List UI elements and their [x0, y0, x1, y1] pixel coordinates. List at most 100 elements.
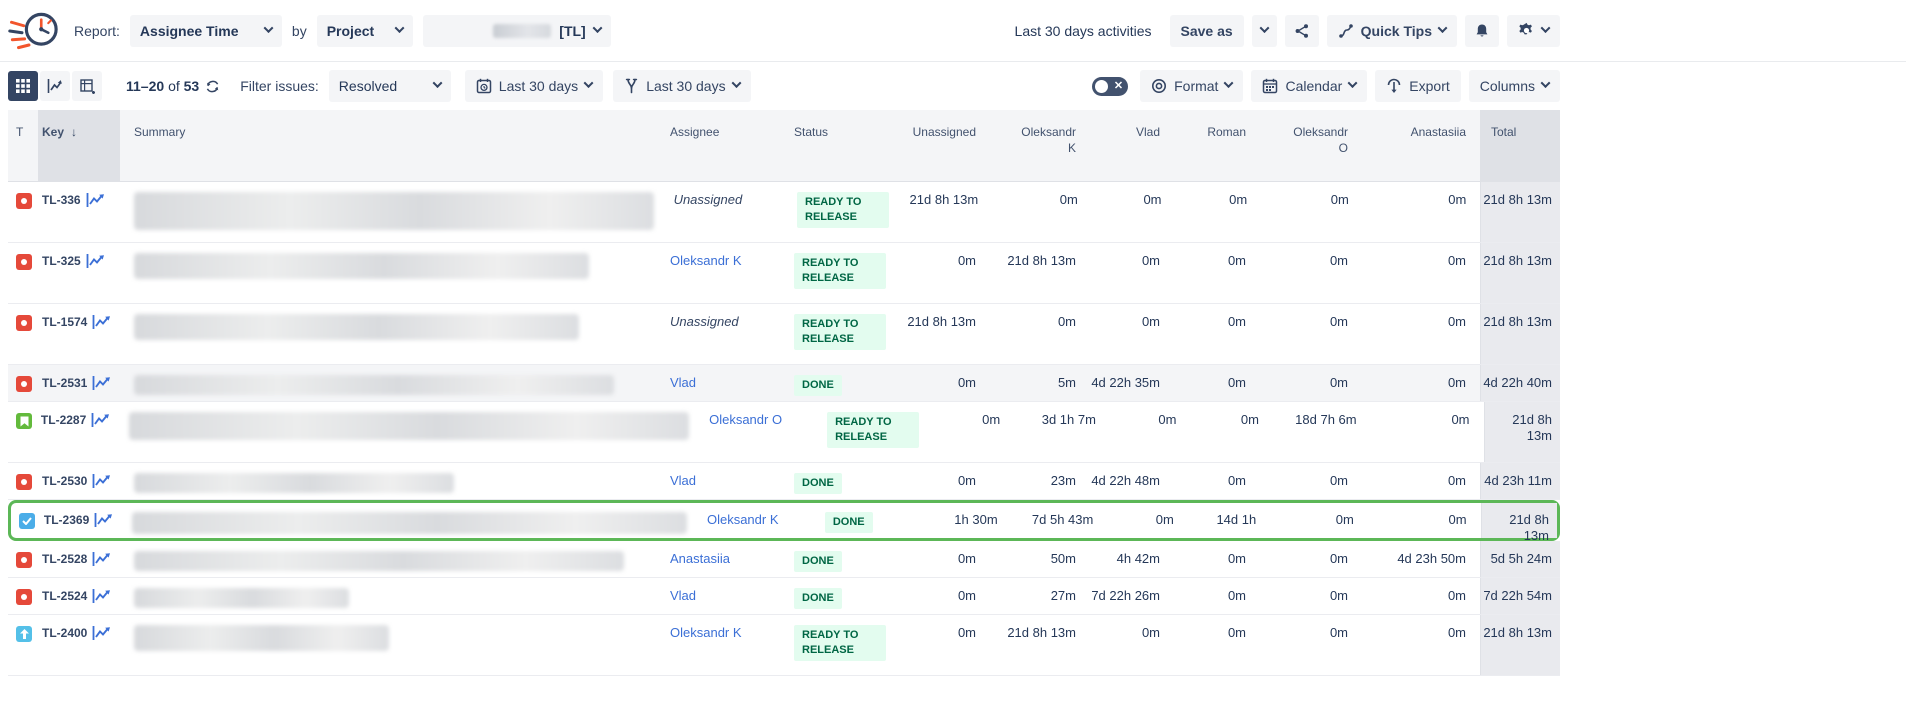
issue-key: TL-2530 [42, 473, 87, 489]
project-select[interactable]: [TL] [423, 15, 611, 47]
assignee-link[interactable]: Oleksandr K [707, 512, 779, 527]
time-cell-r: 14d 1h [1188, 503, 1270, 538]
time-cell-u: 0m [926, 402, 1014, 462]
column-header-status[interactable]: Status [792, 110, 898, 181]
issue-row-tl-2400[interactable]: TL-2400Oleksandr KREADY TO RELEASE0m21d … [8, 615, 1560, 676]
grid-view-button[interactable] [8, 71, 38, 101]
column-header-total[interactable]: Total [1480, 110, 1560, 181]
columns-button[interactable]: Columns [1469, 70, 1560, 102]
issue-row-tl-2531[interactable]: TL-2531VladDONE0m5m4d 22h 35m0m0m0m4d 22… [8, 365, 1560, 402]
issue-row-tl-2287[interactable]: TL-2287Oleksandr OREADY TO RELEASE0m3d 1… [8, 402, 1560, 463]
time-cell-u: 0m [898, 365, 990, 401]
filter-issues-label: Filter issues: [240, 78, 319, 94]
assignee-link[interactable]: Oleksandr K [670, 253, 742, 268]
trend-chart-icon[interactable] [86, 254, 105, 268]
assignee-link[interactable]: Vlad [670, 588, 696, 603]
time-cell-k: 0m [992, 182, 1092, 242]
issue-row-tl-1574[interactable]: TL-1574UnassignedREADY TO RELEASE21d 8h … [8, 304, 1560, 365]
time-cell-r: 0m [1174, 615, 1260, 675]
column-header-k[interactable]: OleksandrK [990, 110, 1090, 181]
column-header-summary[interactable]: Summary [120, 110, 666, 181]
column-header-t[interactable]: T [8, 110, 38, 181]
chevron-down-icon [432, 78, 442, 88]
assignee-link[interactable]: Vlad [670, 375, 696, 390]
assignee-label: Unassigned [670, 314, 739, 329]
assignee-link[interactable]: Oleksandr K [670, 625, 742, 640]
issue-row-tl-325[interactable]: TL-325Oleksandr KREADY TO RELEASE0m21d 8… [8, 243, 1560, 304]
issue-key: TL-325 [42, 253, 81, 269]
time-cell-o: 0m [1260, 578, 1362, 614]
issue-row-tl-336[interactable]: TL-336UnassignedREADY TO RELEASE21d 8h 1… [8, 182, 1560, 243]
trend-chart-icon[interactable] [86, 193, 105, 207]
column-header-key[interactable]: Key↓ [38, 110, 120, 181]
trend-chart-icon[interactable] [92, 552, 111, 566]
column-header-u[interactable]: Unassigned [898, 110, 990, 181]
time-cell-r: 0m [1190, 402, 1272, 462]
total-time-cell: 21d 8h 13m [1480, 615, 1560, 675]
trend-chart-icon[interactable] [92, 589, 111, 603]
issue-key: TL-2531 [42, 375, 87, 391]
export-button[interactable]: Export [1375, 70, 1460, 102]
pivot-view-button[interactable] [72, 71, 102, 101]
assignee-link[interactable]: Oleksandr O [709, 412, 782, 427]
by-label: by [292, 23, 307, 39]
activities-label: Last 30 days activities [1015, 23, 1152, 39]
column-header-a[interactable]: Anastasiia [1362, 110, 1480, 181]
redacted-summary [134, 625, 389, 651]
status-badge: READY TO RELEASE [797, 192, 889, 228]
trend-chart-icon[interactable] [92, 626, 111, 640]
report-type-select[interactable]: Assignee Time [130, 15, 282, 47]
time-cell-k: 21d 8h 13m [990, 243, 1090, 303]
assignee-link[interactable]: Vlad [670, 473, 696, 488]
format-button[interactable]: Format [1140, 70, 1243, 102]
share-icon [1294, 23, 1310, 39]
column-header-r[interactable]: Roman [1174, 110, 1260, 181]
time-cell-u: 1h 30m [924, 503, 1012, 538]
share-button[interactable] [1285, 15, 1319, 47]
bug-icon [16, 552, 32, 568]
task-icon [19, 513, 35, 529]
issue-row-tl-2369[interactable]: TL-2369Oleksandr KDONE1h 30m7d 5h 43m0m1… [8, 500, 1560, 541]
total-time-cell: 21d 8h 13m [1480, 304, 1560, 364]
assignee-link[interactable]: Anastasiia [670, 551, 730, 566]
issue-row-tl-2524[interactable]: TL-2524VladDONE0m27m7d 22h 26m0m0m0m7d 2… [8, 578, 1560, 615]
pagination: 11–20 of 53 [126, 78, 220, 94]
resolution-date-filter-button[interactable]: Last 30 days [465, 70, 603, 102]
quick-tips-button[interactable]: Quick Tips [1327, 15, 1457, 47]
calendar-button[interactable]: Calendar [1251, 70, 1367, 102]
time-cell-v: 0m [1090, 304, 1174, 364]
worklog-date-filter-button[interactable]: Last 30 days [613, 70, 750, 102]
issue-row-tl-2528[interactable]: TL-2528AnastasiiaDONE0m50m4h 42m0m0m4d 2… [8, 541, 1560, 578]
column-header-v[interactable]: Vlad [1090, 110, 1174, 181]
report-table: TKey↓SummaryAssigneeStatusUnassignedOlek… [8, 110, 1560, 676]
status-badge: READY TO RELEASE [827, 412, 919, 448]
toggle-x-icon: ✕ [1114, 79, 1123, 92]
time-cell-k: 21d 8h 13m [990, 615, 1090, 675]
trend-chart-icon[interactable] [91, 413, 110, 427]
chart-view-button[interactable] [40, 71, 70, 101]
time-cell-a: 0m [1371, 402, 1484, 462]
total-time-cell: 21d 8h 13m [1484, 402, 1561, 462]
trend-chart-icon[interactable] [92, 474, 111, 488]
time-cell-u: 0m [898, 463, 990, 499]
column-header-assignee[interactable]: Assignee [666, 110, 792, 181]
notifications-button[interactable] [1465, 15, 1499, 47]
time-cell-o: 0m [1260, 541, 1362, 577]
column-header-o[interactable]: OleksandrO [1260, 110, 1362, 181]
trend-chart-icon[interactable] [92, 315, 111, 329]
group-by-select[interactable]: Project [317, 15, 413, 47]
save-as-dropdown-button[interactable] [1252, 15, 1277, 47]
save-as-button[interactable]: Save as [1170, 15, 1244, 47]
issue-key: TL-2400 [42, 625, 87, 641]
refresh-icon[interactable] [205, 79, 220, 94]
settings-button[interactable] [1507, 15, 1560, 47]
trend-chart-icon[interactable] [92, 376, 111, 390]
time-cell-a: 4d 23h 50m [1362, 541, 1480, 577]
issue-row-tl-2530[interactable]: TL-2530VladDONE0m23m4d 22h 48m0m0m0m4d 2… [8, 463, 1560, 500]
time-cell-k: 3d 1h 7m [1014, 402, 1110, 462]
chevron-down-icon [1259, 23, 1269, 33]
time-cell-a: 0m [1362, 463, 1480, 499]
view-toggle[interactable]: ✕ [1092, 77, 1128, 96]
trend-chart-icon[interactable] [94, 513, 113, 527]
status-filter-select[interactable]: Resolved [329, 70, 451, 102]
